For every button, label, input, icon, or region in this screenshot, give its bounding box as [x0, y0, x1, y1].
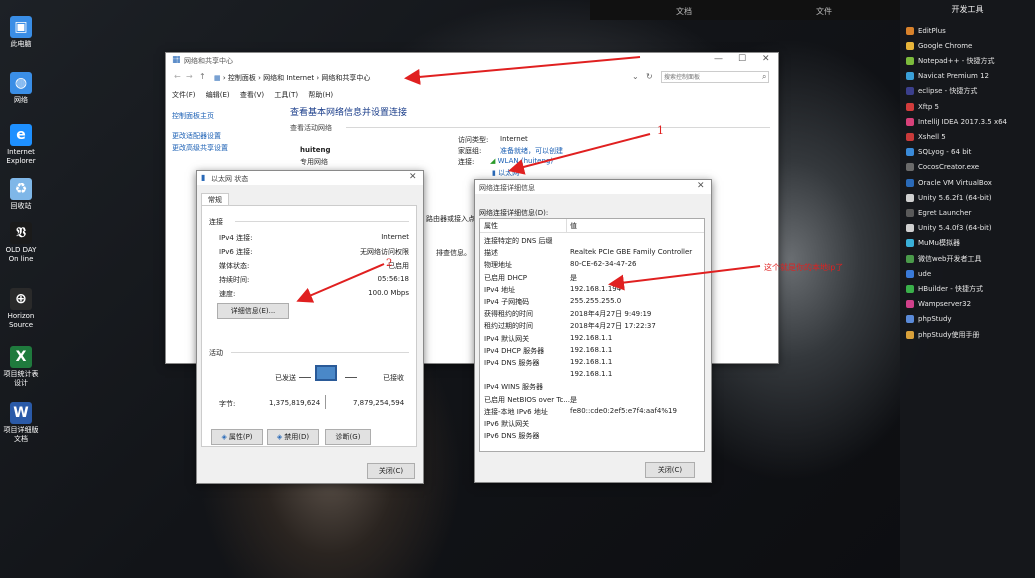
annotation-number-2: 2: [386, 258, 393, 269]
arrow-to-details-button: [296, 263, 385, 303]
annotation-arrows: [296, 56, 761, 303]
arrow-to-breadcrumb: [404, 56, 641, 85]
arrow-to-ethernet: [508, 133, 651, 175]
arrow-to-ipv4: [608, 265, 761, 291]
annotation-local-ip-note: 这个就是你的本地ip了: [764, 263, 844, 272]
annotation-number-1: 1: [657, 124, 664, 137]
